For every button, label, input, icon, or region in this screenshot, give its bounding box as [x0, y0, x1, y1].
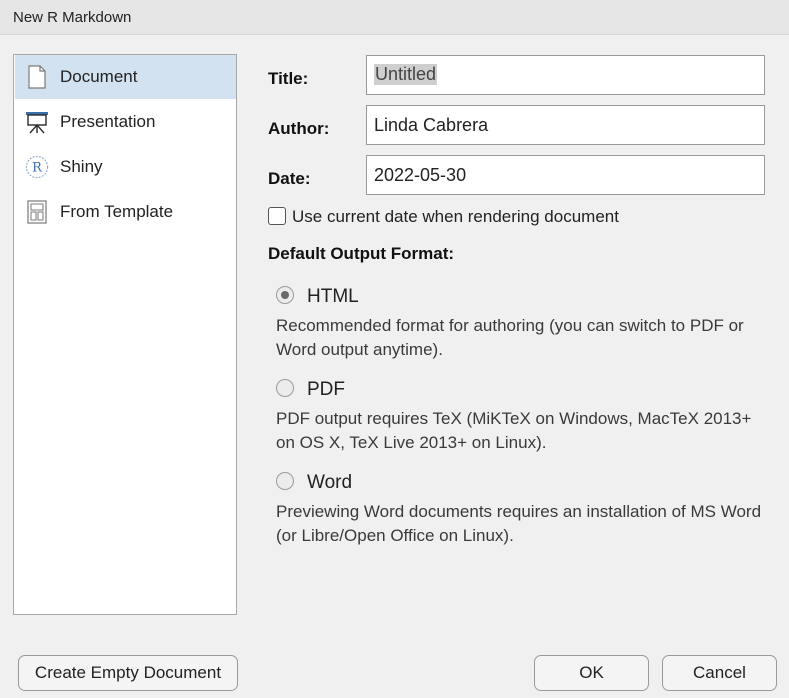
author-input[interactable] [366, 105, 765, 145]
html-radio-label[interactable]: HTML [307, 286, 359, 308]
word-radio-label[interactable]: Word [307, 472, 352, 494]
document-icon [25, 65, 49, 89]
window-title: New R Markdown [13, 9, 132, 26]
title-input-value: Untitled [374, 64, 438, 85]
shiny-r-icon: R [25, 155, 49, 179]
html-radio[interactable] [276, 286, 294, 304]
sidebar-item-presentation[interactable]: Presentation [15, 100, 236, 144]
sidebar-item-label: Document [60, 67, 138, 86]
pdf-description: PDF output requires TeX (MiKTeX on Windo… [276, 409, 752, 452]
create-empty-document-button[interactable]: Create Empty Document [18, 655, 238, 691]
date-input[interactable] [366, 155, 765, 195]
word-description: Previewing Word documents requires an in… [276, 502, 762, 545]
sidebar-item-label: Presentation [60, 112, 156, 131]
presentation-icon [25, 110, 49, 134]
pdf-radio[interactable] [276, 379, 294, 397]
sidebar-item-label: From Template [60, 202, 174, 221]
ok-button[interactable]: OK [534, 655, 649, 691]
template-type-list: Document Presentation R Shiny From Templ… [13, 54, 237, 615]
author-label: Author: [268, 119, 330, 138]
svg-text:R: R [32, 161, 43, 176]
use-current-date-checkbox[interactable] [268, 207, 286, 225]
sidebar-item-from-template[interactable]: From Template [15, 190, 236, 234]
window-titlebar: New R Markdown [0, 0, 789, 35]
pdf-radio-label[interactable]: PDF [307, 379, 345, 401]
title-label: Title: [268, 69, 309, 88]
sidebar-item-label: Shiny [60, 157, 103, 176]
word-radio[interactable] [276, 472, 294, 490]
title-input[interactable]: Untitled [366, 55, 765, 95]
use-current-date-label[interactable]: Use current date when rendering document [292, 207, 619, 227]
output-format-label: Default Output Format: [268, 244, 455, 263]
html-description: Recommended format for authoring (you ca… [276, 316, 744, 359]
template-icon [25, 200, 49, 224]
cancel-button[interactable]: Cancel [662, 655, 777, 691]
sidebar-item-document[interactable]: Document [15, 55, 236, 99]
sidebar-item-shiny[interactable]: R Shiny [15, 145, 236, 189]
date-label: Date: [268, 169, 311, 188]
